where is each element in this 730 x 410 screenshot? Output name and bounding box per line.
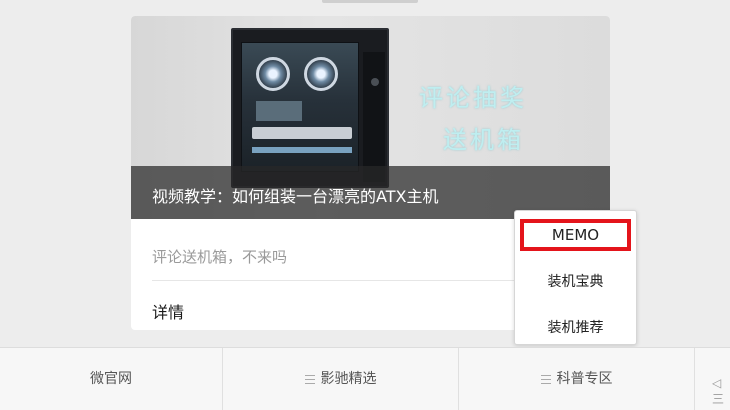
menu-icon: [304, 375, 315, 384]
card-description: 评论送机箱，不来吗: [152, 248, 288, 266]
tab-micro-site[interactable]: 微官网: [0, 348, 222, 410]
bottom-nav: 微官网 影驰精选 科普专区 ◁三: [0, 347, 730, 410]
tab-divider: [694, 348, 695, 410]
hero-overlay-line-1: 评论抽奖: [419, 84, 527, 112]
popup-item-memo[interactable]: MEMO: [520, 219, 631, 251]
hero-caption[interactable]: 视频教学：如何组装一台漂亮的ATX主机: [152, 183, 438, 207]
popup-item-build-recommend[interactable]: 装机推荐: [515, 317, 636, 337]
popup-item-build-guide[interactable]: 装机宝典: [515, 271, 636, 291]
tab-science-zone[interactable]: 科普专区: [459, 348, 694, 410]
tab-label: 科普专区: [556, 371, 613, 387]
tab-label: 影驰精选: [320, 371, 377, 387]
top-handle: [322, 0, 418, 3]
tab-galax-selection[interactable]: 影驰精选: [223, 348, 458, 410]
partial-tab[interactable]: ◁三: [712, 376, 730, 407]
details-link[interactable]: 详情: [152, 299, 184, 323]
tab-label: 微官网: [90, 371, 132, 387]
popup-menu: MEMO 装机宝典 装机推荐: [514, 210, 637, 345]
menu-icon: [540, 375, 551, 384]
hero-image[interactable]: 评论抽奖 送机箱 视频教学：如何组装一台漂亮的ATX主机: [131, 16, 610, 219]
pc-case-image: [231, 28, 389, 188]
hero-overlay-line-2: 送机箱: [443, 126, 524, 154]
